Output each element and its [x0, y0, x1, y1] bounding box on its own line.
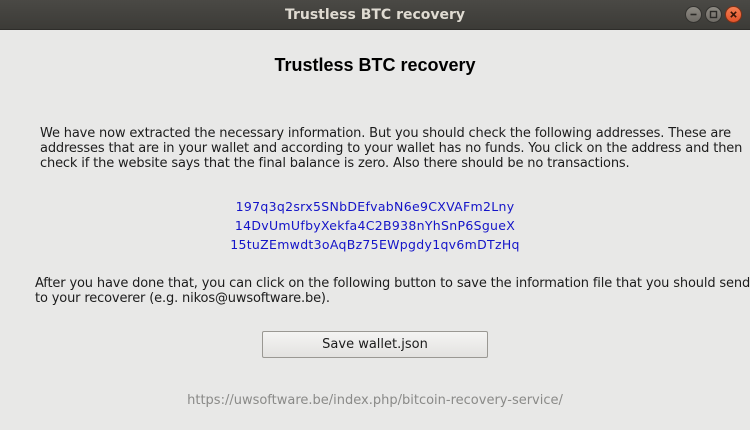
address-link[interactable]: 15tuZEmwdt3oAqBz75EWpgdy1qv6mDTzHq: [0, 235, 750, 254]
instructions-line: addresses that are in your wallet and ac…: [40, 141, 743, 156]
after-text-line: After you have done that, you can click …: [35, 276, 750, 291]
close-icon: [730, 11, 737, 18]
after-text-line: to your recoverer (e.g. nikos@uwsoftware…: [35, 291, 330, 306]
address-list: 197q3q2srx5SNbDEfvabN6e9CXVAFm2Lny 14DvU…: [0, 197, 750, 254]
instructions-text: We have now extracted the necessary info…: [40, 126, 742, 171]
instructions-line: We have now extracted the necessary info…: [40, 126, 731, 141]
window-controls: [685, 6, 742, 24]
maximize-button[interactable]: [705, 6, 722, 23]
save-wallet-button[interactable]: Save wallet.json: [262, 331, 488, 358]
app-window: Trustless BTC recovery Trustless BTC rec…: [0, 0, 750, 430]
after-text: After you have done that, you can click …: [35, 276, 750, 306]
address-link[interactable]: 197q3q2srx5SNbDEfvabN6e9CXVAFm2Lny: [0, 197, 750, 216]
window-title: Trustless BTC recovery: [284, 7, 466, 23]
main-content: Trustless BTC recovery We have now extra…: [0, 30, 750, 430]
title-bar[interactable]: Trustless BTC recovery: [0, 0, 750, 30]
minimize-button[interactable]: [685, 6, 702, 23]
address-link[interactable]: 14DvUmUfbyXekfa4C2B938nYhSnP6SgueX: [0, 216, 750, 235]
minimize-icon: [690, 13, 697, 16]
website-link[interactable]: https://uwsoftware.be/index.php/bitcoin-…: [0, 393, 750, 408]
page-heading: Trustless BTC recovery: [274, 55, 476, 75]
close-button[interactable]: [725, 6, 742, 23]
maximize-icon: [709, 10, 718, 19]
instructions-line: check if the website says that the final…: [40, 156, 630, 171]
